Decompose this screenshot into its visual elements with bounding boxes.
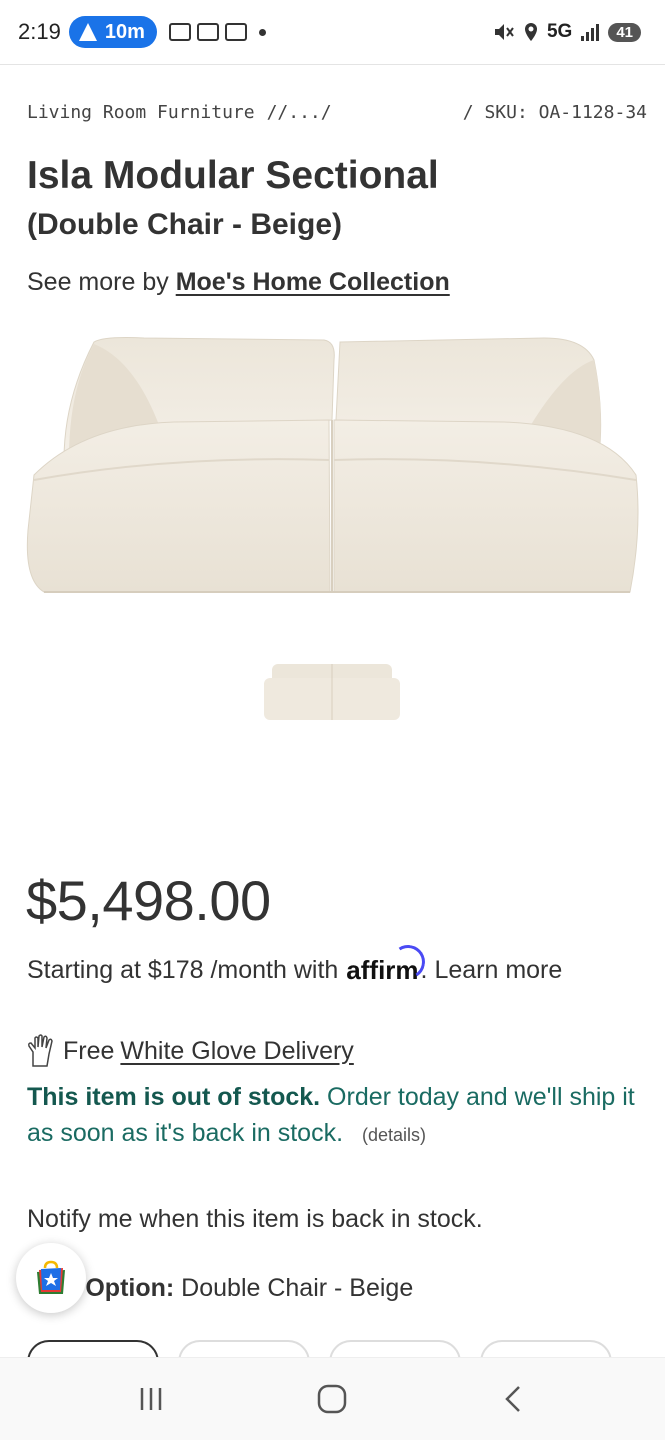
out-of-stock-text: This item is out of stock.	[27, 1083, 321, 1111]
nav-eta: 10m	[104, 20, 145, 43]
glove-icon	[28, 1034, 53, 1067]
mute-icon	[494, 24, 514, 40]
back-button[interactable]	[484, 1369, 544, 1429]
header-divider	[0, 64, 665, 65]
breadcrumb-ellipsis[interactable]: /.../	[277, 102, 331, 123]
product-price: $5,498.00	[26, 869, 271, 932]
shopping-bag-button[interactable]	[16, 1243, 86, 1313]
brand-link[interactable]: Moe's Home Collection	[176, 268, 450, 296]
home-button[interactable]	[302, 1369, 362, 1429]
network-type: 5G	[546, 21, 573, 42]
affirm-logo: affirm	[346, 941, 428, 986]
location-icon	[524, 23, 537, 41]
status-time: 2:19	[18, 19, 61, 44]
navigation-pill[interactable]: 10m	[68, 16, 157, 48]
recent-apps-icon	[140, 1388, 162, 1410]
financing-info: Starting at $178 /month with affirm . Le…	[27, 941, 563, 986]
delivery-prefix: Free	[63, 1036, 115, 1065]
navigation-arrow-icon	[78, 23, 97, 41]
status-bar: 2:19 10m 5G 41	[0, 0, 665, 64]
notification-icons	[168, 23, 266, 41]
breadcrumb-category[interactable]: Living Room Furniture	[27, 102, 255, 123]
system-navigation-bar	[0, 1357, 665, 1440]
stock-message: This item is out of stock. Order today a…	[27, 1079, 637, 1153]
learn-more-link[interactable]: . Learn more	[421, 956, 563, 985]
battery-icon: 41	[608, 22, 641, 42]
system-icons: 5G 41	[493, 21, 641, 43]
product-image[interactable]	[24, 330, 640, 605]
breadcrumb: Living Room Furniture / /.../ / SKU: OA-…	[27, 102, 647, 123]
delivery-info: Free White Glove Delivery	[25, 1034, 354, 1068]
box-icon	[224, 23, 247, 41]
signal-icon	[581, 24, 600, 41]
see-more-prefix: See more by	[27, 268, 169, 296]
details-link[interactable]: (details)	[362, 1125, 426, 1145]
product-title: Isla Modular Sectional	[27, 154, 439, 197]
selected-option-value: Double Chair - Beige	[181, 1274, 414, 1302]
product-thumbnail[interactable]	[262, 660, 402, 722]
white-glove-delivery-link[interactable]: White Glove Delivery	[120, 1037, 353, 1066]
contacts-icon	[196, 23, 219, 41]
financing-text: Starting at $178 /month with	[27, 956, 339, 984]
product-subtitle: (Double Chair - Beige)	[27, 208, 343, 241]
breadcrumb-sku: / SKU: OA-1128-34	[462, 102, 647, 123]
notify-link[interactable]: Notify me when this item is back in stoc…	[27, 1205, 483, 1234]
back-icon	[505, 1386, 521, 1412]
shopping-bag-star-icon	[37, 1260, 65, 1294]
recent-apps-button[interactable]	[121, 1369, 181, 1429]
home-icon	[318, 1384, 347, 1414]
screenshot-icon	[168, 23, 191, 41]
see-more-by: See more by Moe's Home Collection	[27, 268, 450, 297]
more-dot-icon	[258, 28, 266, 36]
